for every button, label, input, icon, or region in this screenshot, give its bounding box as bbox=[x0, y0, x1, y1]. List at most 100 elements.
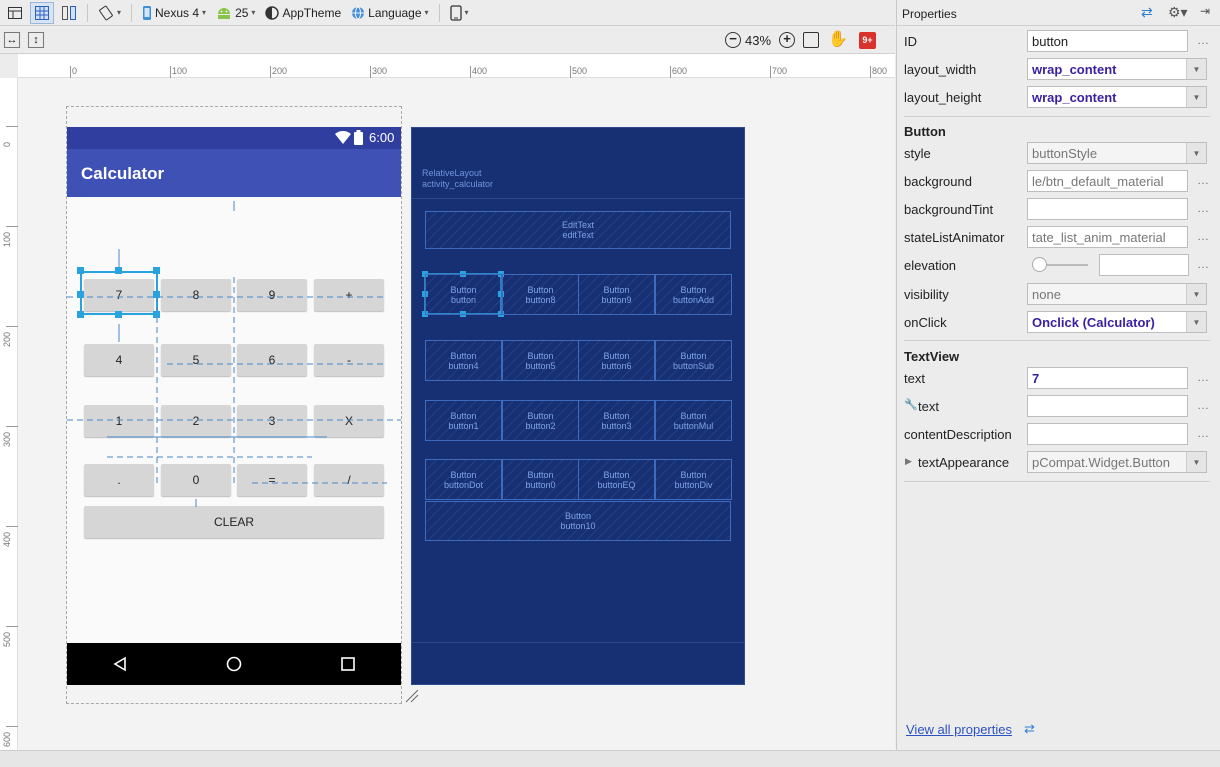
view-all-properties-link[interactable]: View all properties bbox=[906, 722, 1012, 737]
android-icon bbox=[218, 7, 231, 19]
property-dropdown[interactable]: buttonStyle ▼ bbox=[1027, 142, 1207, 164]
notification-badge[interactable]: 9+ bbox=[859, 32, 876, 49]
expand-arrow-icon[interactable]: ▶ bbox=[905, 456, 912, 467]
blueprint-button[interactable]: Button button0 bbox=[502, 459, 579, 500]
property-input[interactable] bbox=[1099, 254, 1189, 276]
property-dropdown[interactable]: Onclick (Calculator) ▼ bbox=[1027, 311, 1207, 333]
orientation-button[interactable]: ▾ bbox=[95, 2, 124, 24]
blueprint-button[interactable]: Button buttonSub bbox=[655, 340, 732, 381]
ruler-tick-label: 600 bbox=[2, 731, 12, 747]
property-label: text bbox=[904, 370, 925, 386]
blueprint-view-button[interactable] bbox=[30, 1, 54, 24]
blueprint-button-id: button bbox=[450, 294, 477, 305]
more-button[interactable]: … bbox=[1197, 426, 1209, 440]
swap-icon[interactable]: ⇄ bbox=[1024, 721, 1035, 737]
zoom-out-button[interactable]: − bbox=[725, 32, 741, 48]
blueprint-clear-button[interactable]: Button button10 bbox=[425, 501, 731, 541]
property-dropdown[interactable]: wrap_content ▼ bbox=[1027, 58, 1207, 80]
property-dropdown[interactable]: wrap_content ▼ bbox=[1027, 86, 1207, 108]
theme-selector[interactable]: AppTheme bbox=[262, 2, 344, 24]
chevron-down-icon[interactable]: ▼ bbox=[1186, 452, 1206, 472]
edittext-type: EditText bbox=[561, 220, 594, 230]
chevron-down-icon[interactable]: ▼ bbox=[1186, 312, 1206, 332]
split-icon bbox=[62, 5, 76, 20]
blueprint-button-id: button1 bbox=[448, 420, 479, 431]
property-input[interactable] bbox=[1027, 198, 1188, 220]
blueprint-button[interactable]: Button buttonMul bbox=[655, 400, 732, 441]
section-divider bbox=[904, 116, 1210, 117]
more-button[interactable]: … bbox=[1197, 229, 1209, 243]
device-frame-button[interactable]: ▾ bbox=[447, 2, 472, 24]
blueprint-button[interactable]: Button buttonEQ bbox=[578, 459, 655, 500]
blueprint-button[interactable]: Button button5 bbox=[502, 340, 579, 381]
ruler-tick-label: 400 bbox=[472, 66, 488, 76]
blueprint-button-type: Button bbox=[450, 410, 477, 421]
blueprint-button-id: buttonAdd bbox=[672, 294, 715, 305]
resize-handle-icon[interactable] bbox=[404, 688, 420, 704]
blueprint-button[interactable]: Button button4 bbox=[425, 340, 502, 381]
ruler-tick-label: 800 bbox=[872, 66, 888, 76]
property-dropdown[interactable]: none ▼ bbox=[1027, 283, 1207, 305]
blueprint-button[interactable]: Button button bbox=[425, 274, 502, 315]
blueprint-button[interactable]: Button button8 bbox=[502, 274, 579, 315]
more-button[interactable]: … bbox=[1197, 370, 1209, 384]
property-input[interactable] bbox=[1027, 395, 1188, 417]
blueprint-button[interactable]: Button buttonDot bbox=[425, 459, 502, 500]
pan-hand-icon[interactable]: ✋ bbox=[828, 29, 848, 49]
property-row: stateListAnimator tate_list_anim_material… bbox=[904, 225, 1220, 249]
zoom-fit-button[interactable] bbox=[803, 32, 819, 48]
blueprint-button[interactable]: Button button9 bbox=[578, 274, 655, 315]
ruler-tick-label: 200 bbox=[272, 66, 288, 76]
property-input[interactable]: 7 bbox=[1027, 367, 1188, 389]
blueprint-button[interactable]: Button buttonDiv bbox=[655, 459, 732, 500]
phone-icon bbox=[143, 5, 152, 20]
blueprint-button[interactable]: Button button6 bbox=[578, 340, 655, 381]
blueprint-button[interactable]: Button buttonAdd bbox=[655, 274, 732, 315]
blueprint-preview[interactable]: RelativeLayout activity_calculator EditT… bbox=[411, 127, 745, 685]
device-label: Nexus 4 bbox=[155, 5, 200, 20]
gear-icon[interactable]: ⚙▾ bbox=[1168, 4, 1188, 21]
zoom-in-button[interactable]: + bbox=[779, 32, 795, 48]
more-button[interactable]: … bbox=[1197, 398, 1209, 412]
both-views-button[interactable] bbox=[58, 2, 80, 24]
blueprint-button[interactable]: Button button2 bbox=[502, 400, 579, 441]
language-selector[interactable]: Language ▾ bbox=[348, 2, 431, 24]
horizontal-ruler: 0 100 200 300 400 500 600 700 800 bbox=[18, 54, 895, 78]
resize-vertical-button[interactable]: ↕ bbox=[28, 32, 44, 48]
blueprint-edittext[interactable]: EditText editText bbox=[425, 211, 731, 249]
edittext-id: editText bbox=[562, 230, 594, 240]
more-button[interactable]: … bbox=[1197, 33, 1209, 47]
more-button[interactable]: … bbox=[1197, 201, 1209, 215]
property-input[interactable] bbox=[1027, 423, 1188, 445]
more-button[interactable]: … bbox=[1197, 257, 1209, 271]
chevron-down-icon[interactable]: ▼ bbox=[1186, 143, 1206, 163]
blueprint-button[interactable]: Button button3 bbox=[578, 400, 655, 441]
design-view-button[interactable] bbox=[4, 2, 26, 24]
property-input[interactable]: tate_list_anim_material bbox=[1027, 226, 1188, 248]
property-input[interactable]: button bbox=[1027, 30, 1188, 52]
resize-horizontal-button[interactable]: ↔ bbox=[4, 32, 20, 48]
property-dropdown[interactable]: pCompat.Widget.Button ▼ bbox=[1027, 451, 1207, 473]
hide-panel-icon[interactable]: ⇥ bbox=[1200, 4, 1210, 18]
blueprint-button-type: Button bbox=[603, 469, 630, 480]
property-row: style buttonStyle ▼ bbox=[904, 141, 1220, 165]
blueprint-button-id: button3 bbox=[601, 420, 632, 431]
blueprint-button[interactable]: Button button1 bbox=[425, 400, 502, 441]
device-selector[interactable]: Nexus 4 ▾ bbox=[139, 2, 209, 24]
slider-thumb[interactable] bbox=[1032, 257, 1047, 272]
ruler-tick-label: 0 bbox=[2, 141, 12, 147]
more-button[interactable]: … bbox=[1197, 173, 1209, 187]
blueprint-button-id: buttonSub bbox=[672, 360, 715, 371]
root-id: activity_calculator bbox=[422, 179, 494, 189]
property-input[interactable]: le/btn_default_material bbox=[1027, 170, 1188, 192]
chevron-down-icon[interactable]: ▼ bbox=[1186, 59, 1206, 79]
property-row: text 7 … bbox=[904, 366, 1220, 390]
api-label: 25 bbox=[235, 5, 249, 20]
swap-icon[interactable]: ⇄ bbox=[1141, 4, 1153, 21]
api-selector[interactable]: 25 ▾ bbox=[213, 2, 258, 24]
chevron-down-icon[interactable]: ▼ bbox=[1186, 87, 1206, 107]
elevation-slider[interactable] bbox=[1032, 257, 1088, 273]
chevron-down-icon[interactable]: ▼ bbox=[1186, 284, 1206, 304]
constraint-guides bbox=[67, 201, 401, 507]
section-button-title: Button bbox=[904, 124, 946, 139]
